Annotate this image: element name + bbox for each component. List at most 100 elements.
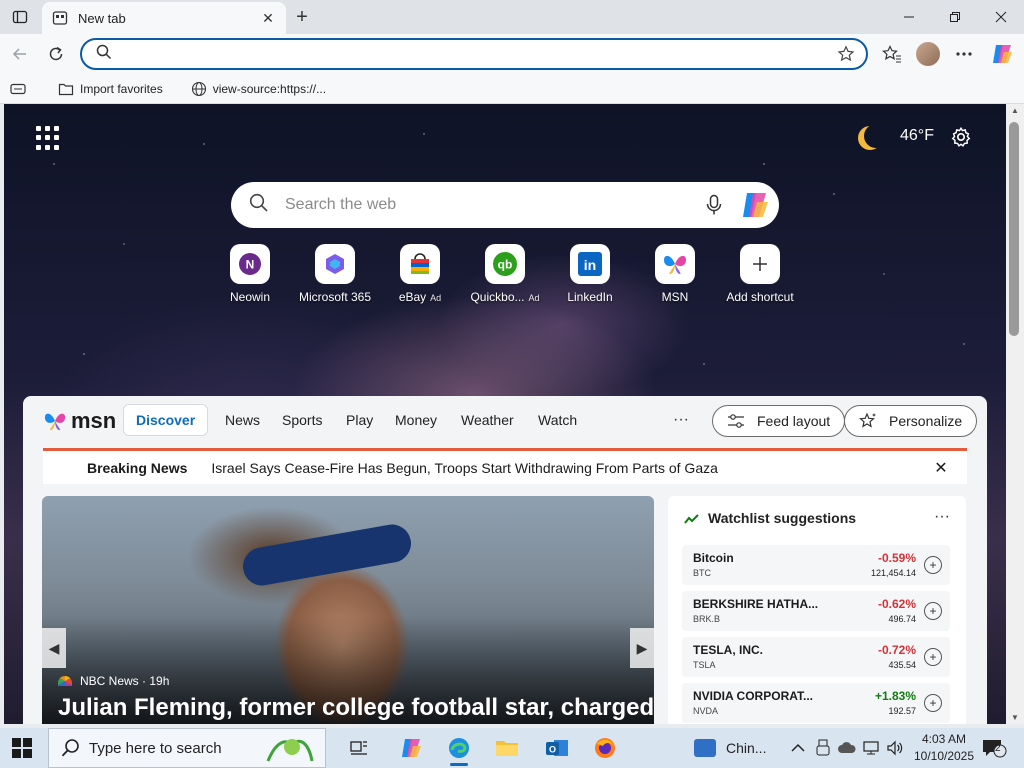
- scrollbar-thumb[interactable]: [1009, 122, 1019, 336]
- apps-launcher-icon[interactable]: [36, 126, 60, 150]
- shortcut-label: Neowin: [229, 290, 271, 304]
- address-bar[interactable]: [80, 38, 868, 70]
- new-tab-button[interactable]: +: [290, 6, 314, 28]
- favorite-view-source[interactable]: view-source:https://...: [185, 77, 332, 101]
- shortcut-ebay[interactable]: eBay Ad: [377, 244, 463, 304]
- add-to-watchlist-icon[interactable]: +: [924, 556, 942, 574]
- tab-sports[interactable]: Sports: [282, 404, 322, 436]
- feed-navigation: msn Discover News Sports Play Money Weat…: [23, 396, 987, 444]
- onedrive-cloud-icon[interactable]: [837, 738, 857, 758]
- firefox-icon[interactable]: [590, 734, 620, 762]
- tab-watch[interactable]: Watch: [538, 404, 577, 436]
- shortcut-linkedin[interactable]: in LinkedIn: [547, 244, 633, 304]
- favorite-import[interactable]: Import favorites: [52, 77, 169, 101]
- page-scrollbar[interactable]: ▲ ▼: [1006, 104, 1024, 724]
- add-favorite-star-icon[interactable]: [832, 40, 860, 68]
- sparkle-star-icon: [859, 412, 877, 430]
- volume-icon[interactable]: [885, 738, 905, 758]
- hero-source: NBC News · 19h: [58, 674, 169, 688]
- watchlist-card: Watchlist suggestions ··· Bitcoin BTC -0…: [668, 496, 966, 724]
- address-input[interactable]: [124, 46, 832, 62]
- watchlist-header[interactable]: Watchlist suggestions: [684, 510, 856, 526]
- carousel-prev-button[interactable]: ◀: [42, 628, 66, 668]
- add-to-watchlist-icon[interactable]: +: [924, 602, 942, 620]
- outlook-icon[interactable]: O: [542, 734, 572, 762]
- stock-row[interactable]: BERKSHIRE HATHA... BRK.B -0.62% 496.74 +: [682, 591, 950, 631]
- copilot-search-icon[interactable]: [739, 189, 771, 221]
- neowin-icon: N: [230, 244, 270, 284]
- microphone-icon[interactable]: [699, 190, 729, 220]
- hero-headline[interactable]: Julian Fleming, former college football …: [58, 694, 654, 722]
- tab-news[interactable]: News: [225, 404, 260, 436]
- add-to-watchlist-icon[interactable]: +: [924, 694, 942, 712]
- shortcut-quickbooks[interactable]: qb Quickbo... Ad: [462, 244, 548, 304]
- breaking-news-bar[interactable]: Breaking News Israel Says Cease-Fire Has…: [43, 448, 967, 484]
- tab-actions-icon[interactable]: [8, 6, 32, 28]
- minimize-button[interactable]: [886, 0, 932, 34]
- stock-row[interactable]: TESLA, INC. TSLA -0.72% 435.54 +: [682, 637, 950, 677]
- moon-icon: [864, 124, 888, 148]
- reading-view-icon[interactable]: [4, 77, 32, 101]
- carousel-next-button[interactable]: ▶: [630, 628, 654, 668]
- shortcut-neowin[interactable]: N Neowin: [207, 244, 293, 304]
- tab-discover[interactable]: Discover: [123, 404, 209, 436]
- stock-row[interactable]: Bitcoin BTC -0.59% 121,454.14 +: [682, 545, 950, 585]
- web-search-box[interactable]: Search the web: [231, 182, 779, 228]
- edge-browser-icon[interactable]: [444, 734, 474, 766]
- copilot-taskbar-icon[interactable]: [396, 734, 426, 762]
- restore-button[interactable]: [932, 0, 978, 34]
- favorites-icon[interactable]: [878, 40, 906, 68]
- tab-new-tab[interactable]: New tab ✕: [42, 2, 286, 34]
- personalize-button[interactable]: Personalize: [844, 405, 978, 437]
- stock-name: Bitcoin: [693, 551, 734, 565]
- feed-layout-button[interactable]: Feed layout: [712, 405, 846, 437]
- taskbar-app-chin[interactable]: Chin...: [694, 734, 766, 762]
- watchlist-more-button[interactable]: ···: [934, 508, 950, 526]
- refresh-button[interactable]: [42, 40, 70, 68]
- shortcut-msn[interactable]: MSN: [632, 244, 718, 304]
- shortcut-microsoft-365[interactable]: Microsoft 365: [292, 244, 378, 304]
- tab-money[interactable]: Money: [395, 404, 437, 436]
- msn-logo[interactable]: msn: [43, 408, 116, 434]
- shortcut-add[interactable]: Add shortcut: [717, 244, 803, 304]
- title-bar: New tab ✕ +: [0, 0, 1024, 34]
- weather-temperature: 46°F: [900, 127, 934, 144]
- close-tab-icon[interactable]: ✕: [258, 8, 278, 28]
- search-highlight-icon[interactable]: [261, 732, 319, 764]
- notification-center-icon[interactable]: 2: [980, 737, 1008, 759]
- settings-more-icon[interactable]: [950, 40, 978, 68]
- favorite-label: view-source:https://...: [212, 81, 327, 96]
- msn-butterfly-icon: [43, 410, 67, 432]
- system-clock[interactable]: 4:03 AM 10/10/2025: [912, 731, 976, 765]
- hero-news-card[interactable]: ◀ ▶ NBC News · 19h Julian Fleming, forme…: [42, 496, 654, 724]
- chevron-up-icon[interactable]: [788, 738, 808, 758]
- close-icon[interactable]: ✕: [929, 456, 953, 480]
- taskbar-search-box[interactable]: Type here to search: [48, 728, 326, 768]
- page-settings-gear-icon[interactable]: [948, 124, 974, 150]
- copilot-icon[interactable]: [988, 40, 1016, 68]
- start-windows-icon[interactable]: [12, 738, 32, 758]
- more-tabs-button[interactable]: ···: [673, 404, 689, 436]
- weather-widget[interactable]: 46°F: [864, 124, 934, 148]
- tab-play[interactable]: Play: [346, 404, 373, 436]
- task-view-icon[interactable]: [344, 734, 374, 762]
- svg-text:qb: qb: [498, 258, 513, 272]
- folder-icon: [58, 81, 74, 97]
- network-icon[interactable]: [861, 738, 881, 758]
- scroll-down-arrow-icon[interactable]: ▼: [1011, 713, 1019, 722]
- add-to-watchlist-icon[interactable]: +: [924, 648, 942, 666]
- tab-weather[interactable]: Weather: [461, 404, 514, 436]
- hero-photo-headband: [239, 521, 415, 589]
- watchlist-title: Watchlist suggestions: [708, 510, 857, 526]
- msn-butterfly-icon: [655, 244, 695, 284]
- scroll-up-arrow-icon[interactable]: ▲: [1011, 106, 1019, 115]
- usb-device-icon[interactable]: [813, 738, 833, 758]
- breaking-news-headline[interactable]: Israel Says Cease-Fire Has Begun, Troops…: [211, 460, 929, 476]
- ebay-bag-icon: [400, 244, 440, 284]
- close-window-button[interactable]: [978, 0, 1024, 34]
- stock-row[interactable]: NVIDIA CORPORAT... NVDA +1.83% 192.57 +: [682, 683, 950, 723]
- profile-avatar[interactable]: [914, 40, 942, 68]
- back-button[interactable]: [6, 40, 34, 68]
- file-explorer-icon[interactable]: [492, 734, 522, 762]
- quickbooks-icon: qb: [485, 244, 525, 284]
